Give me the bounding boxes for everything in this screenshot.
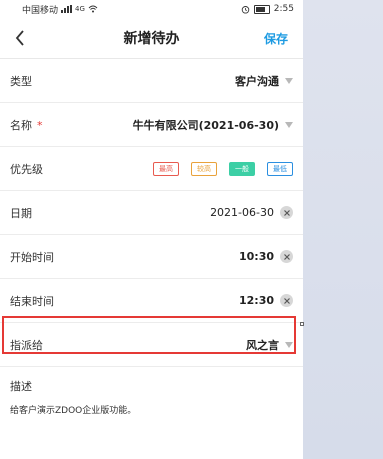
start-time-row[interactable]: 开始时间 10:30 <box>0 235 303 279</box>
close-icon <box>283 253 290 260</box>
carrier-label: 中国移动 <box>22 5 59 16</box>
assignee-value: 风之言 <box>246 338 279 352</box>
close-icon <box>283 297 290 304</box>
priority-row: 优先级 最高 较高 一般 最低 <box>0 147 303 191</box>
dropdown-arrow-icon <box>285 341 293 348</box>
end-time-value: 12:30 <box>238 294 274 307</box>
dropdown-arrow-icon <box>285 77 293 84</box>
end-time-row[interactable]: 结束时间 12:30 <box>0 279 303 323</box>
type-label: 类型 <box>10 74 32 88</box>
clear-start-button[interactable] <box>280 250 293 263</box>
description-section[interactable]: 描述 给客户演示ZDOO企业版功能。 <box>0 367 303 428</box>
signal-icon <box>61 5 73 13</box>
priority-highest[interactable]: 最高 <box>153 161 179 176</box>
network-label: 4G <box>75 5 85 13</box>
name-label: 名称 <box>10 118 32 132</box>
priority-normal[interactable]: 一般 <box>229 161 255 176</box>
resize-handle[interactable] <box>300 322 304 326</box>
status-time: 2:55 <box>273 4 294 14</box>
date-label: 日期 <box>10 206 32 220</box>
start-time-value: 10:30 <box>238 250 274 263</box>
description-label: 描述 <box>10 380 32 393</box>
nav-header: 新增待办 保存 <box>0 18 303 59</box>
required-mark: * <box>37 118 43 132</box>
back-button[interactable] <box>10 28 30 48</box>
priority-high[interactable]: 较高 <box>191 161 217 176</box>
description-text[interactable]: 给客户演示ZDOO企业版功能。 <box>10 406 136 416</box>
clear-date-button[interactable] <box>280 206 293 219</box>
type-value: 客户沟通 <box>235 74 279 88</box>
assignee-row[interactable]: 指派给 风之言 <box>0 323 303 367</box>
type-row[interactable]: 类型 客户沟通 <box>0 59 303 103</box>
dropdown-arrow-icon <box>285 121 293 128</box>
date-row[interactable]: 日期 2021-06-30 <box>0 191 303 235</box>
background-panel <box>303 0 383 459</box>
end-time-label: 结束时间 <box>10 294 54 308</box>
alarm-icon <box>241 5 250 14</box>
clear-end-button[interactable] <box>280 294 293 307</box>
wifi-icon <box>88 5 98 13</box>
chevron-left-icon <box>15 30 24 46</box>
status-bar: 中国移动 4G 2:55 <box>0 0 303 18</box>
start-time-label: 开始时间 <box>10 250 54 264</box>
name-value: 牛牛有限公司(2021-06-30) <box>132 118 279 132</box>
battery-icon <box>253 4 270 14</box>
priority-label: 优先级 <box>10 162 43 176</box>
name-row[interactable]: 名称 * 牛牛有限公司(2021-06-30) <box>0 103 303 147</box>
date-value: 2021-06-30 <box>210 206 274 219</box>
priority-lowest[interactable]: 最低 <box>267 161 293 176</box>
save-button[interactable]: 保存 <box>264 30 288 47</box>
close-icon <box>283 209 290 216</box>
phone-screen: 中国移动 4G 2:55 新增待办 保存 类型 客户沟通 名称 * 牛牛有限公司(… <box>0 0 303 459</box>
page-title: 新增待办 <box>123 31 180 47</box>
assignee-label: 指派给 <box>10 338 43 352</box>
